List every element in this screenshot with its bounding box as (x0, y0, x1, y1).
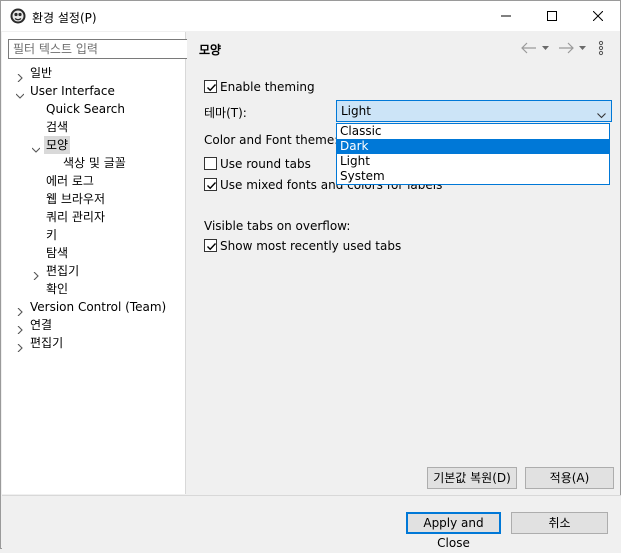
tree-item-label: 웹 브라우저 (46, 192, 106, 206)
theme-combo[interactable]: Light (336, 100, 612, 122)
back-dropdown-icon[interactable] (542, 40, 549, 56)
tree-item-label: Quick Search (46, 102, 125, 116)
page-header: 모양 (187, 32, 620, 64)
tree-item-label: 색상 및 글꼴 (63, 156, 126, 170)
tree-item-keys[interactable]: 키 (2, 226, 186, 244)
preferences-window: 환경 설정(P) 일반 User In (0, 0, 621, 550)
theme-option-system[interactable]: System (337, 169, 609, 184)
apply-button[interactable]: 적용(A) (525, 467, 614, 489)
theme-dropdown-list: Classic Dark Light System (336, 123, 610, 185)
tree-item-label: 일반 (30, 66, 53, 80)
tree-item-label: 모양 (44, 136, 71, 154)
tree-item-label: Version Control (Team) (30, 300, 167, 314)
enable-theming-label: Enable theming (220, 80, 315, 94)
theme-label: 테마(T): (204, 106, 247, 120)
tree-item-version-control[interactable]: Version Control (Team) (2, 298, 186, 317)
color-font-theme-label: Color and Font theme: (204, 133, 339, 147)
tree-item-confirm[interactable]: 확인 (2, 280, 186, 298)
theme-combo-value: Light (341, 104, 371, 118)
close-button[interactable] (575, 1, 621, 31)
maximize-button[interactable] (529, 1, 575, 31)
tree-item-user-interface[interactable]: User Interface (2, 82, 186, 100)
tree-item-query-manager[interactable]: 쿼리 관리자 (2, 208, 186, 226)
minimize-button[interactable] (483, 1, 529, 31)
restore-defaults-button[interactable]: 기본값 복원(D) (427, 467, 517, 489)
tree-item-search[interactable]: 검색 (2, 118, 186, 136)
visible-tabs-label: Visible tabs on overflow: (204, 219, 351, 233)
use-mixed-fonts-checkbox[interactable] (204, 178, 217, 191)
show-recent-tabs-label: Show most recently used tabs (220, 239, 402, 253)
use-round-tabs-label: Use round tabs (220, 157, 311, 171)
use-round-tabs-checkbox[interactable] (204, 157, 217, 170)
theme-option-light[interactable]: Light (337, 154, 609, 169)
view-menu-icon[interactable] (598, 40, 604, 56)
chevron-right-icon[interactable] (16, 339, 24, 353)
tree-item-label: 편집기 (30, 336, 64, 350)
page-title: 모양 (199, 43, 222, 57)
window-title: 환경 설정(P) (32, 11, 97, 25)
tree-item-label: 키 (46, 228, 58, 242)
tree-item-label: User Interface (30, 84, 115, 98)
chevron-down-icon (597, 108, 606, 122)
forward-dropdown-icon[interactable] (579, 40, 586, 56)
theme-option-dark[interactable]: Dark (337, 139, 609, 154)
app-icon (10, 8, 26, 24)
chevron-down-icon[interactable] (15, 87, 25, 99)
tree-item-editors[interactable]: 편집기 (2, 334, 186, 353)
tree-item-appearance[interactable]: 모양 (2, 136, 186, 154)
chevron-right-icon[interactable] (16, 303, 24, 317)
preference-tree-panel: 일반 User Interface Quick Search 검색 모양 (2, 32, 202, 494)
forward-arrow-icon[interactable] (558, 40, 574, 56)
tree-item-quick-search[interactable]: Quick Search (2, 100, 186, 118)
title-bar: 환경 설정(P) (1, 1, 620, 31)
tree-item-label: 확인 (46, 282, 69, 296)
chevron-right-icon[interactable] (16, 321, 24, 335)
theme-option-classic[interactable]: Classic (337, 124, 609, 139)
tree-item-general[interactable]: 일반 (2, 64, 186, 83)
apply-and-close-button[interactable]: Apply and Close (406, 512, 501, 550)
enable-theming-checkbox[interactable] (204, 80, 217, 93)
tree-item-editors-sub[interactable]: 편집기 (2, 262, 186, 281)
tree-item-label: 검색 (46, 120, 69, 134)
tree-item-label: 탐색 (46, 246, 69, 260)
tree-item-error-log[interactable]: 에러 로그 (2, 172, 186, 190)
show-recent-tabs-checkbox[interactable] (204, 239, 217, 252)
tree-item-explore[interactable]: 탐색 (2, 244, 186, 262)
dialog-button-bar: Apply and Close 취소 (2, 495, 621, 550)
tree-item-label: 연결 (30, 318, 53, 332)
tree-item-colors-fonts[interactable]: 색상 및 글꼴 (2, 154, 186, 172)
tree-item-web-browser[interactable]: 웹 브라우저 (2, 190, 186, 208)
tree-item-label: 쿼리 관리자 (46, 210, 106, 224)
chevron-right-icon[interactable] (16, 69, 24, 83)
tree-item-connection[interactable]: 연결 (2, 316, 186, 335)
tree-item-label: 에러 로그 (46, 174, 94, 188)
tree-item-label: 편집기 (46, 264, 80, 278)
chevron-right-icon[interactable] (32, 267, 40, 281)
cancel-button[interactable]: 취소 (511, 512, 608, 534)
back-arrow-icon[interactable] (521, 40, 537, 56)
chevron-down-icon[interactable] (31, 141, 41, 153)
filter-input[interactable] (8, 39, 202, 59)
